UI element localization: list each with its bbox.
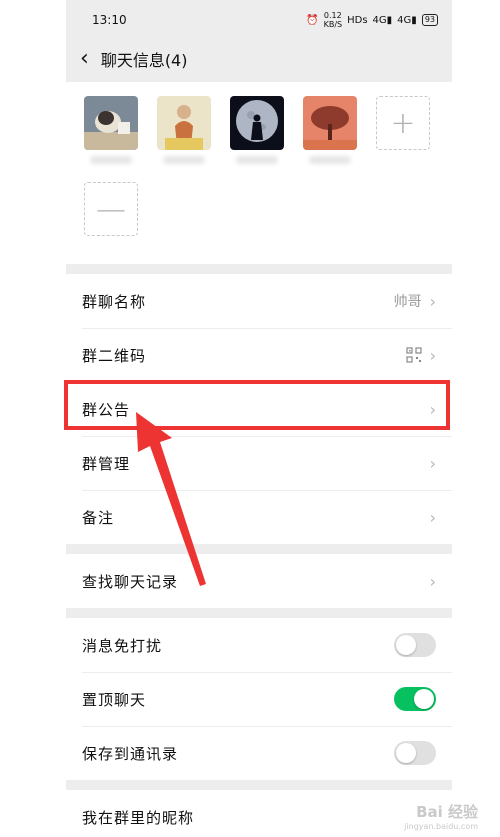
baidu-watermark: Bai 经验 jingyan.baidu.com xyxy=(398,801,478,831)
watermark-url: jingyan.baidu.com xyxy=(404,822,478,831)
watermark-logo: Bai 经验 xyxy=(416,803,478,821)
arrow-annotation xyxy=(136,412,206,586)
